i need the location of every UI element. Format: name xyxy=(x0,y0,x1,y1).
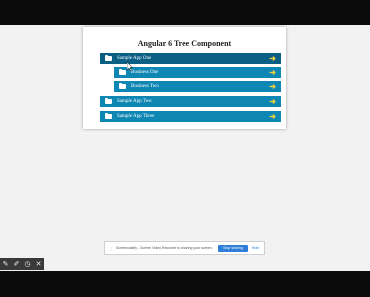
page-title: Angular 6 Tree Component xyxy=(137,39,232,48)
tree-node-label: Business One xyxy=(131,70,159,75)
folder-icon xyxy=(105,97,112,104)
tree-node-label: Sample App One xyxy=(117,56,152,61)
folder-icon xyxy=(119,68,126,75)
tree-node-label: Sample App Two xyxy=(117,99,152,104)
tree-node-business-two[interactable]: Business Two ➜ xyxy=(114,81,281,92)
mouse-cursor-icon xyxy=(127,62,133,71)
marker-icon[interactable]: ✐ xyxy=(12,260,21,268)
stop-sharing-button[interactable]: Stop sharing xyxy=(218,244,248,252)
tree-node-label: Business Two xyxy=(131,84,159,89)
arrow-right-icon[interactable]: ➜ xyxy=(269,111,276,122)
tree-node-business-one[interactable]: Business One ➜ xyxy=(114,67,281,78)
share-message: Screencastify - Screen Video Recorder is… xyxy=(116,246,213,250)
folder-icon xyxy=(119,82,126,89)
tree-node-sample-app-three[interactable]: Sample App Three ➜ xyxy=(100,111,281,122)
tree-node-label: Sample App Three xyxy=(117,114,155,119)
folder-icon xyxy=(105,112,112,119)
tree-card: Angular 6 Tree Component Sample App One … xyxy=(83,27,286,129)
folder-icon xyxy=(105,54,112,61)
timer-icon[interactable]: ◷ xyxy=(23,260,32,268)
screen-share-notification-bar: ⋮ Screencastify - Screen Video Recorder … xyxy=(104,241,265,255)
arrow-right-icon[interactable]: ➜ xyxy=(269,81,276,92)
arrow-right-icon[interactable]: ➜ xyxy=(269,96,276,107)
arrow-right-icon[interactable]: ➜ xyxy=(269,53,276,64)
pen-icon[interactable]: ✎ xyxy=(1,260,10,268)
browser-viewport: Angular 6 Tree Component Sample App One … xyxy=(0,25,370,271)
hide-link[interactable]: Hide xyxy=(252,246,259,250)
close-icon[interactable]: ✕ xyxy=(34,260,43,268)
drag-handle-icon[interactable]: ⋮ xyxy=(109,246,113,251)
arrow-right-icon[interactable]: ➜ xyxy=(269,67,276,78)
recorder-toolbar: ✎ ✐ ◷ ✕ xyxy=(0,258,44,270)
tree-node-sample-app-two[interactable]: Sample App Two ➜ xyxy=(100,96,281,107)
